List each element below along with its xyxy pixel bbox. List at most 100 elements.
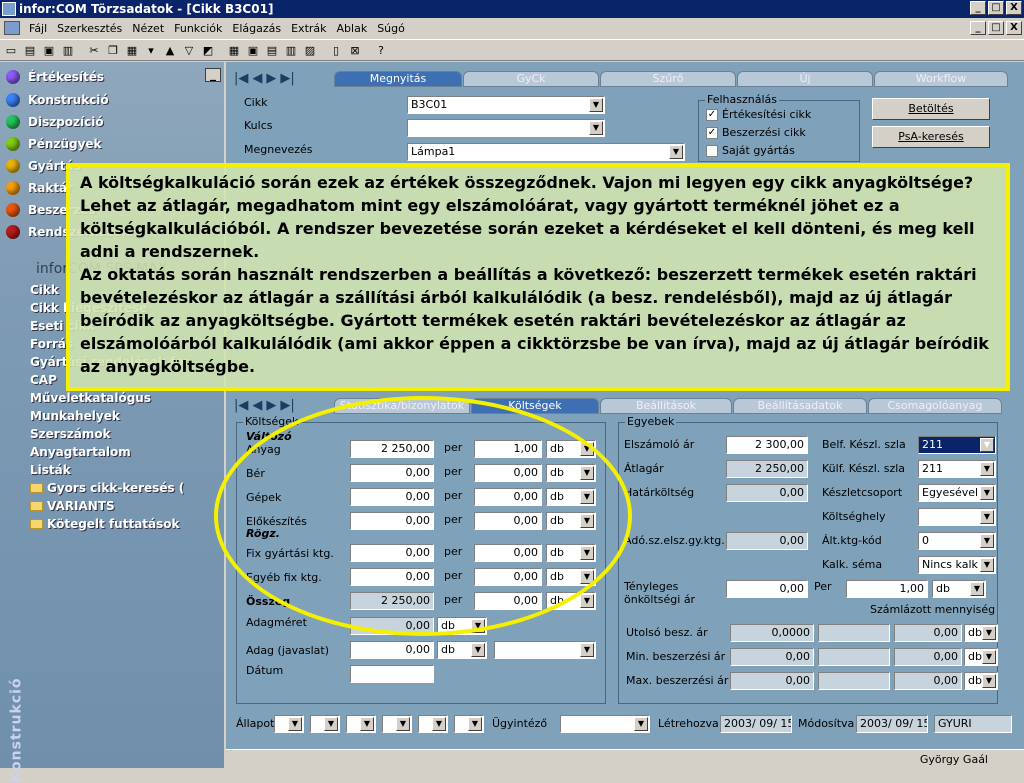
nav-sub-listak[interactable]: Listák (30, 463, 71, 477)
last-record-icon[interactable]: ▶| (280, 398, 294, 413)
archive-icon[interactable]: ▨ (301, 41, 319, 59)
cost-per-anyag[interactable]: 1,00 (474, 440, 542, 458)
tab-csomagoloanyag[interactable]: Csomagolóanyag (868, 398, 1002, 414)
cost-unit-anyag[interactable]: db ▼ (546, 440, 596, 458)
cost-value-egyeb-fix[interactable]: 0,00 (350, 568, 434, 586)
cost-value-elokeszites[interactable]: 0,00 (350, 512, 434, 530)
chevron-down-icon[interactable]: ▼ (982, 674, 996, 688)
nav-sub-cap[interactable]: CAP (30, 373, 57, 387)
menu-nezet[interactable]: Nézet (127, 22, 169, 35)
cut-icon[interactable]: ✂ (85, 41, 103, 59)
adag-extra-select[interactable]: ▼ (494, 641, 596, 659)
chevron-down-icon[interactable]: ▼ (980, 438, 994, 452)
chevron-down-icon[interactable]: ▼ (980, 486, 994, 500)
close-button[interactable]: X (1006, 1, 1022, 15)
chevron-down-icon[interactable]: ▼ (580, 570, 594, 584)
nav-item-ertekesites[interactable]: Értékesítés (6, 70, 104, 84)
cost-per-gepek[interactable]: 0,00 (474, 488, 542, 506)
split-icon[interactable]: ▯ (327, 41, 345, 59)
sort-up-icon[interactable]: ▲ (161, 41, 179, 59)
cost-unit-osszeg[interactable]: db ▼ (546, 592, 596, 610)
menu-extrak[interactable]: Extrák (286, 22, 331, 35)
maximize-button[interactable]: □ (988, 1, 1004, 15)
cost-unit-ber[interactable]: db ▼ (546, 464, 596, 482)
kulf-select[interactable]: 211 ▼ (918, 460, 996, 478)
allapot-select[interactable]: ▼ (418, 715, 448, 733)
tab-gyck[interactable]: GyCk (463, 71, 599, 87)
zoom-icon[interactable]: ◩ (199, 41, 217, 59)
cost-value-ber[interactable]: 0,00 (350, 464, 434, 482)
elszamolo-field[interactable]: 2 300,00 (726, 436, 808, 454)
cost-unit-fix-gyartasi[interactable]: db ▼ (546, 544, 596, 562)
new-file-icon[interactable]: ▭ (2, 41, 20, 59)
chevron-down-icon[interactable]: ▼ (982, 650, 996, 664)
chevron-down-icon[interactable]: ▼ (324, 717, 338, 731)
adagmeret-unit-select[interactable]: db ▼ (437, 617, 487, 635)
chevron-down-icon[interactable]: ▼ (580, 466, 594, 480)
cikk-field[interactable]: B3C01 ▼ (407, 96, 605, 114)
nav-sub-muveletkatalogus[interactable]: Műveletkatalógus (30, 391, 151, 405)
allapot-select[interactable]: ▼ (274, 715, 304, 733)
copy-icon[interactable]: ❐ (104, 41, 122, 59)
nav-sub-szerszamok[interactable]: Szerszámok (30, 427, 111, 441)
allapot-select[interactable]: ▼ (382, 715, 412, 733)
paste-icon[interactable]: ▦ (123, 41, 141, 59)
last-record-icon[interactable]: ▶| (280, 71, 294, 86)
allapot-select[interactable]: ▼ (346, 715, 376, 733)
adag-field[interactable]: 0,00 (350, 641, 434, 659)
cost-per-egyeb-fix[interactable]: 0,00 (474, 568, 542, 586)
chevron-down-icon[interactable]: ▼ (980, 558, 994, 572)
tab-uj[interactable]: Új (737, 71, 873, 87)
history-unit[interactable]: db ▼ (964, 624, 998, 642)
nav-folder-gyors-kereses[interactable]: Gyors cikk-keresés ( (30, 481, 184, 495)
chevron-down-icon[interactable]: ▼ (580, 490, 594, 504)
chevron-down-icon[interactable]: ▼ (360, 717, 374, 731)
cost-value-gepek[interactable]: 0,00 (350, 488, 434, 506)
cost-per-fix-gyartasi[interactable]: 0,00 (474, 544, 542, 562)
chevron-down-icon[interactable]: ▼ (580, 643, 594, 657)
chevron-down-icon[interactable]: ▼ (580, 442, 594, 456)
keszletcsoport-select[interactable]: Egyesével ▼ (918, 484, 996, 502)
tab-statisztika[interactable]: Statisztika/bizonylatok (334, 398, 470, 414)
cost-unit-egyeb-fix[interactable]: db ▼ (546, 568, 596, 586)
chevron-down-icon[interactable]: ▼ (471, 643, 485, 657)
prev-record-icon[interactable]: ◀ (252, 398, 262, 413)
tab-beallitasok[interactable]: Beállítások (600, 398, 732, 414)
chevron-down-icon[interactable]: ▼ (580, 594, 594, 608)
altktg-select[interactable]: 0 ▼ (918, 532, 996, 550)
first-record-icon[interactable]: |◀ (234, 71, 248, 86)
grid-icon[interactable]: ▦ (225, 41, 243, 59)
chevron-down-icon[interactable]: ▼ (432, 717, 446, 731)
nav-item-raktar[interactable]: Raktár (6, 181, 73, 195)
history-unit[interactable]: db ▼ (964, 648, 998, 666)
history-unit[interactable]: db ▼ (964, 672, 998, 690)
next-record-icon[interactable]: ▶ (266, 398, 276, 413)
chevron-down-icon[interactable]: ▼ (589, 98, 603, 112)
nav-folder-kotegelt[interactable]: Kötegelt futtatások (30, 517, 180, 531)
cost-per-ber[interactable]: 0,00 (474, 464, 542, 482)
nav-folder-variants[interactable]: VARIANTS (30, 499, 115, 513)
psa-kereses-button[interactable]: PsA-keresés (872, 126, 990, 148)
chevron-down-icon[interactable]: ▼ (980, 462, 994, 476)
chevron-down-icon[interactable]: ▼ (669, 145, 683, 159)
tab-szuro[interactable]: Szűrő (600, 71, 736, 87)
filter-icon[interactable]: ▽ (180, 41, 198, 59)
tenyleges-field[interactable]: 0,00 (726, 580, 808, 598)
menu-funkciok[interactable]: Funkciók (169, 22, 227, 35)
menu-ablak[interactable]: Ablak (332, 22, 373, 35)
per-unit-select[interactable]: db ▼ (932, 580, 986, 598)
allapot-select[interactable]: ▼ (454, 715, 484, 733)
table-icon[interactable]: ▤ (263, 41, 281, 59)
tab-beallitasadatok[interactable]: Beállításadatok (733, 398, 867, 414)
first-record-icon[interactable]: |◀ (234, 398, 248, 413)
belf-select[interactable]: 211 ▼ (918, 436, 996, 454)
tab-koltsegek[interactable]: Költségek (471, 398, 599, 414)
betoltes-button[interactable]: Betöltés (872, 98, 990, 120)
chevron-down-icon[interactable]: ▼ (468, 717, 482, 731)
menu-fajl[interactable]: Fájl (24, 22, 52, 35)
allapot-select[interactable]: ▼ (310, 715, 340, 733)
koltseghely-select[interactable]: ▼ (918, 508, 996, 526)
chevron-down-icon[interactable]: ▼ (970, 582, 984, 596)
chk-beszerzesi[interactable]: ✓ Beszerzési cikk (706, 126, 806, 139)
print-icon[interactable]: ▥ (59, 41, 77, 59)
